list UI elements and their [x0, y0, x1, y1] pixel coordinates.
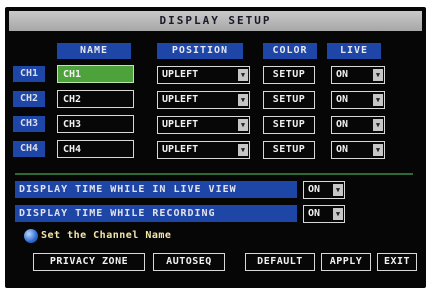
live-select-ch4[interactable]: ON ▼ — [331, 141, 385, 159]
default-button[interactable]: DEFAULT — [245, 253, 315, 271]
channel-name-field-ch1[interactable]: CH1 — [57, 65, 134, 83]
header-live: LIVE — [327, 43, 381, 59]
live-value-ch3: ON — [336, 119, 349, 130]
dropdown-arrow-icon: ▼ — [373, 144, 383, 156]
live-view-time-value: ON — [308, 184, 321, 195]
position-value-ch3: UPLEFT — [162, 119, 199, 130]
color-setup-button-ch3[interactable]: SETUP — [263, 116, 315, 134]
channel-label-ch3: CH3 — [13, 116, 45, 132]
recording-time-value: ON — [308, 208, 321, 219]
dropdown-arrow-icon: ▼ — [238, 144, 248, 156]
autoseq-button[interactable]: AUTOSEQ — [153, 253, 225, 271]
channel-name-field-ch4[interactable]: CH4 — [57, 140, 134, 158]
color-setup-button-ch4[interactable]: SETUP — [263, 141, 315, 159]
recording-time-label: DISPLAY TIME WHILE RECORDING — [15, 205, 297, 222]
live-value-ch4: ON — [336, 144, 349, 155]
channel-label-ch1: CH1 — [13, 66, 45, 82]
header-name: NAME — [57, 43, 131, 59]
position-value-ch2: UPLEFT — [162, 94, 199, 105]
hint-text: Set the Channel Name — [41, 230, 172, 241]
channel-label-ch4: CH4 — [13, 141, 45, 157]
live-view-time-select[interactable]: ON ▼ — [303, 181, 345, 199]
header-position: POSITION — [157, 43, 243, 59]
dropdown-arrow-icon: ▼ — [238, 69, 248, 81]
color-setup-button-ch2[interactable]: SETUP — [263, 91, 315, 109]
position-select-ch3[interactable]: UPLEFT ▼ — [157, 116, 250, 134]
dropdown-arrow-icon: ▼ — [333, 208, 343, 220]
position-value-ch1: UPLEFT — [162, 69, 199, 80]
live-select-ch2[interactable]: ON ▼ — [331, 91, 385, 109]
channel-name-field-ch3[interactable]: CH3 — [57, 115, 134, 133]
position-select-ch4[interactable]: UPLEFT ▼ — [157, 141, 250, 159]
divider-line — [15, 173, 413, 175]
position-select-ch1[interactable]: UPLEFT ▼ — [157, 66, 250, 84]
dropdown-arrow-icon: ▼ — [238, 119, 248, 131]
live-select-ch1[interactable]: ON ▼ — [331, 66, 385, 84]
color-setup-button-ch1[interactable]: SETUP — [263, 66, 315, 84]
window-title: DISPLAY SETUP — [9, 11, 422, 31]
channel-label-ch2: CH2 — [13, 91, 45, 107]
exit-button[interactable]: EXIT — [377, 253, 417, 271]
header-color: COLOR — [263, 43, 317, 59]
dropdown-arrow-icon: ▼ — [373, 119, 383, 131]
info-bubble-icon — [24, 229, 38, 243]
channel-name-field-ch2[interactable]: CH2 — [57, 90, 134, 108]
position-value-ch4: UPLEFT — [162, 144, 199, 155]
dropdown-arrow-icon: ▼ — [373, 69, 383, 81]
display-setup-screen: DISPLAY SETUP NAME POSITION COLOR LIVE C… — [5, 7, 426, 288]
live-select-ch3[interactable]: ON ▼ — [331, 116, 385, 134]
dropdown-arrow-icon: ▼ — [238, 94, 248, 106]
live-view-time-label: DISPLAY TIME WHILE IN LIVE VIEW — [15, 181, 297, 198]
privacy-zone-button[interactable]: PRIVACY ZONE — [33, 253, 145, 271]
live-value-ch2: ON — [336, 94, 349, 105]
live-value-ch1: ON — [336, 69, 349, 80]
dropdown-arrow-icon: ▼ — [373, 94, 383, 106]
dropdown-arrow-icon: ▼ — [333, 184, 343, 196]
position-select-ch2[interactable]: UPLEFT ▼ — [157, 91, 250, 109]
apply-button[interactable]: APPLY — [321, 253, 371, 271]
recording-time-select[interactable]: ON ▼ — [303, 205, 345, 223]
